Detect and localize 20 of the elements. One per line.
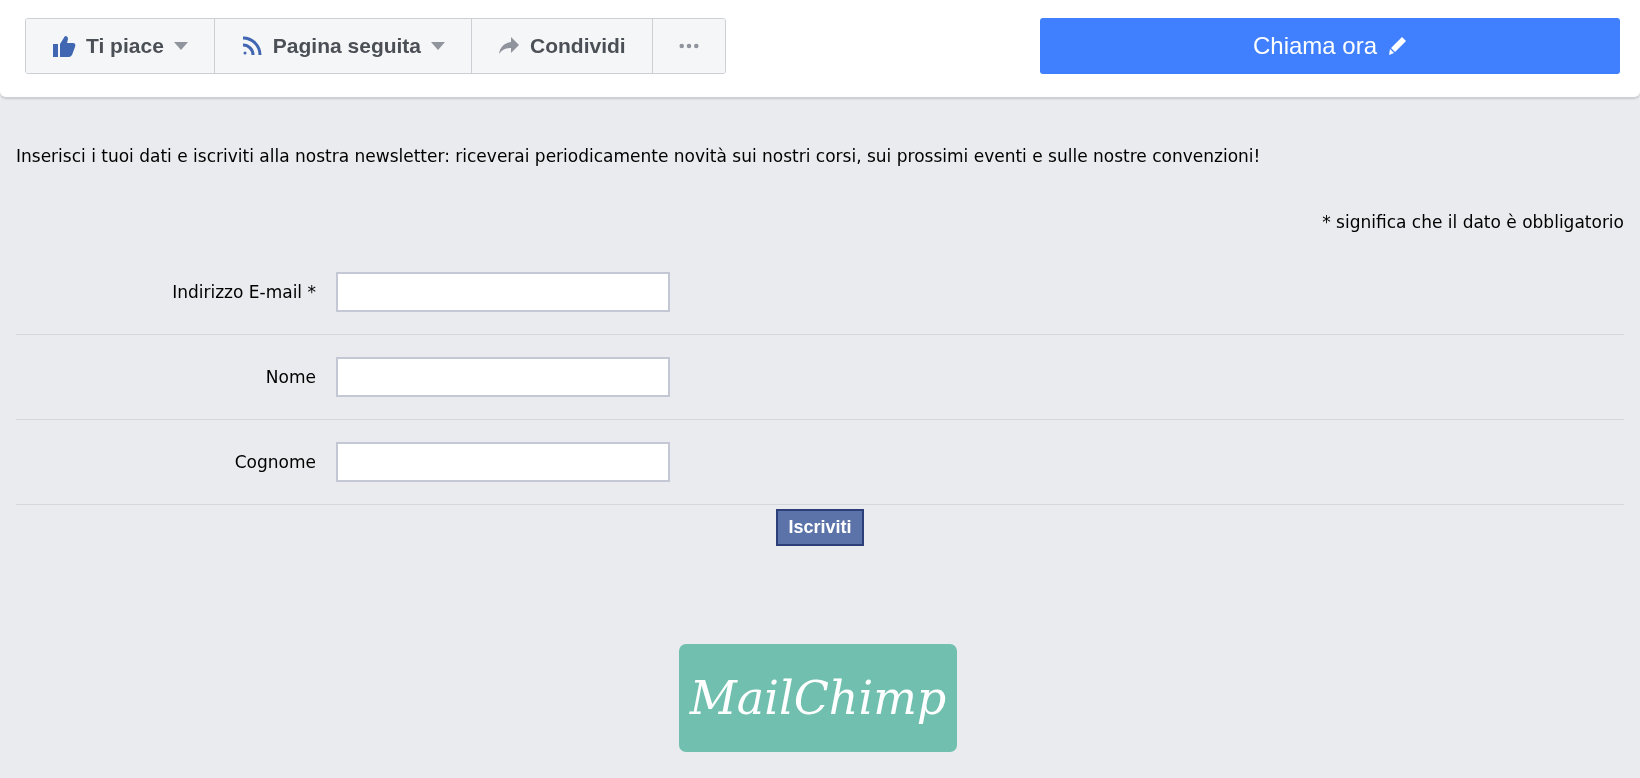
like-button[interactable]: Ti piace: [26, 18, 215, 73]
share-button[interactable]: Condividi: [472, 18, 653, 73]
input-field[interactable]: [336, 357, 670, 397]
share-arrow-icon: [498, 35, 521, 56]
intro-text: Inserisci i tuoi dati e iscriviti alla nostra newsletter: riceverai periodicamente novità sui nostri corsi, sui prossimi eventi e sulle nostre convenzioni!: [16, 146, 1262, 166]
more-button[interactable]: [652, 18, 725, 73]
thumbs-up-icon: [52, 33, 76, 58]
rss-icon: [240, 34, 263, 57]
field-label: Indirizzo E-mail *: [171, 282, 316, 302]
input-field[interactable]: [336, 272, 670, 312]
required-note: * significa che il dato è obbligatorio: [1321, 212, 1624, 232]
field-label: Cognome: [233, 452, 316, 472]
subscribe-button[interactable]: Iscriviti: [776, 509, 864, 546]
more-dots-icon: [678, 42, 699, 49]
input-field[interactable]: [336, 442, 670, 482]
field-label: Nome: [264, 367, 316, 387]
pencil-icon: [1387, 35, 1408, 56]
call-now-button[interactable]: Chiama ora: [1040, 17, 1620, 74]
logo-text: MailChimp: [689, 671, 947, 725]
follow-button[interactable]: Pagina seguita: [214, 18, 473, 73]
